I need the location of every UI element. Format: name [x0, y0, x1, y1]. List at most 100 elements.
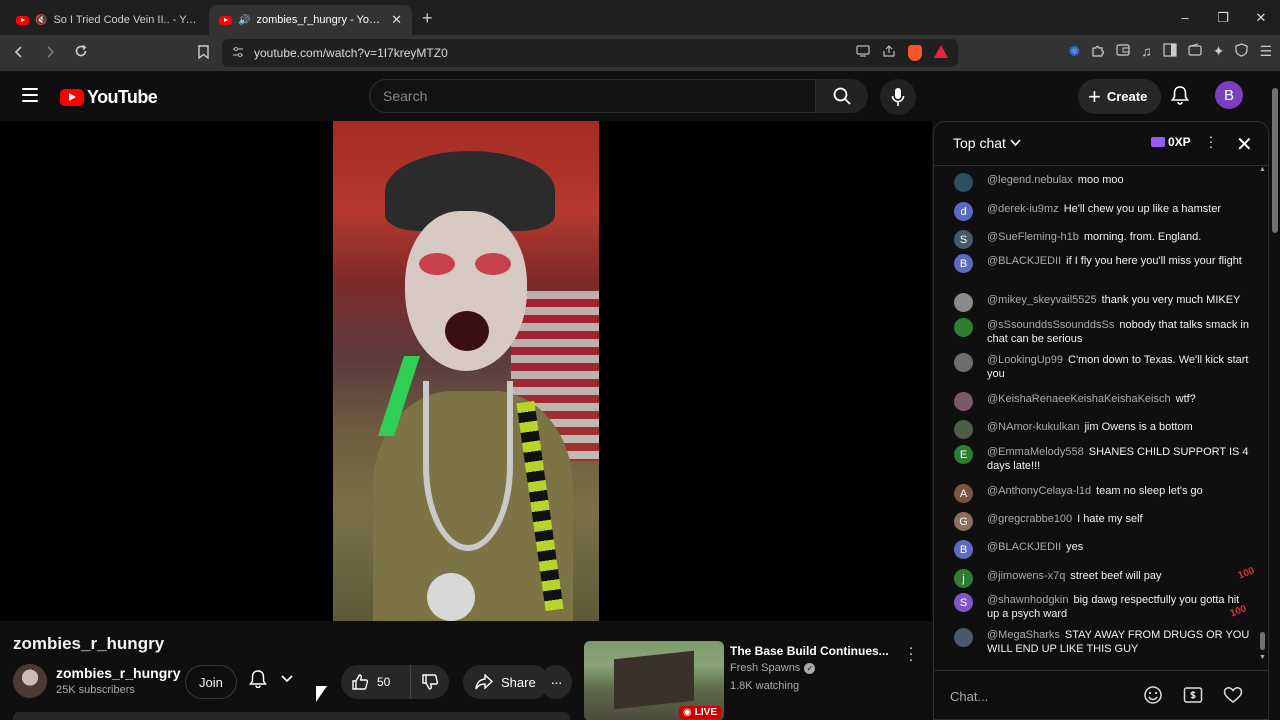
more-actions-button[interactable]: ··· — [540, 665, 572, 699]
recommended-thumbnail[interactable]: ◉ LIVE — [584, 641, 724, 720]
video-frame[interactable] — [333, 121, 599, 621]
video-player[interactable] — [0, 121, 932, 621]
recommended-channel[interactable]: Fresh Spawns ✓ — [730, 662, 816, 674]
chat-message[interactable]: d @derek-iu9mz He'll chew you up like a ha… — [954, 202, 1254, 221]
like-chat-button[interactable] — [1221, 683, 1245, 707]
sidebar-icon[interactable] — [1163, 43, 1177, 60]
chat-scrollbar[interactable]: ▲ ▼ — [1259, 166, 1266, 662]
chat-author-avatar[interactable]: A — [954, 484, 973, 503]
speaker-icon[interactable]: 🔊 — [238, 15, 250, 26]
close-window-button[interactable]: ✕ — [1242, 0, 1280, 35]
chat-author-avatar[interactable]: j — [954, 569, 973, 588]
chat-author-avatar[interactable] — [954, 293, 973, 312]
chat-author-avatar[interactable] — [954, 318, 973, 337]
chat-message[interactable]: S @shawnhodgkin big dawg respectfully you … — [954, 593, 1254, 621]
chat-author-avatar[interactable] — [954, 420, 973, 439]
chat-author-avatar[interactable] — [954, 353, 973, 372]
puzzle-icon[interactable] — [1091, 43, 1105, 60]
chat-message[interactable]: @legend.nebulax moo moo — [954, 173, 1254, 192]
voice-search-button[interactable] — [880, 79, 916, 115]
chat-author-avatar[interactable]: E — [954, 445, 973, 464]
chat-author-name[interactable]: @legend.nebulax — [987, 174, 1073, 186]
page-scroll-thumb[interactable] — [1272, 88, 1278, 233]
chat-author-avatar[interactable] — [954, 392, 973, 411]
chat-author-name[interactable]: @BLACKJEDII — [987, 541, 1061, 553]
chat-mode-dropdown[interactable]: Top chat — [953, 135, 1021, 151]
chat-author-avatar[interactable]: S — [954, 230, 973, 249]
cast-icon[interactable] — [856, 45, 870, 61]
chat-message[interactable]: @KeishaRenaeeKeishaKeishaKeisch wtf? — [954, 392, 1254, 411]
channel-avatar[interactable] — [13, 664, 47, 698]
chat-author-name[interactable]: @shawnhodgkin — [987, 594, 1069, 606]
youtube-logo[interactable]: YouTube — [60, 87, 158, 108]
extension-icon[interactable]: ✺ — [1068, 43, 1080, 60]
leo-ai-icon[interactable]: ✦ — [1213, 43, 1225, 60]
super-chat-button[interactable] — [1181, 683, 1205, 707]
xp-badge[interactable]: 0XP — [1151, 135, 1191, 149]
brave-shields-icon[interactable] — [908, 45, 922, 61]
scroll-up-icon[interactable]: ▲ — [1259, 166, 1266, 173]
chat-message-list[interactable]: @legend.nebulax moo moo d @derek-iu9mz He'll… — [934, 168, 1256, 666]
chat-message[interactable]: j @jimowens-x7q street beef will pay — [954, 569, 1254, 588]
dislike-button[interactable] — [411, 665, 449, 699]
scroll-down-icon[interactable]: ▼ — [1259, 654, 1266, 661]
search-button[interactable] — [816, 79, 868, 113]
chat-input[interactable] — [950, 682, 1136, 710]
chat-scroll-thumb[interactable] — [1260, 632, 1265, 650]
share-button[interactable]: Share — [463, 665, 549, 699]
chat-more-icon[interactable]: · · · — [1206, 129, 1216, 153]
new-tab-button[interactable]: + — [412, 8, 443, 35]
emoji-button[interactable] — [1141, 683, 1165, 707]
chat-close-icon[interactable]: ✕ — [1236, 132, 1253, 157]
maximize-button[interactable]: ❐ — [1204, 0, 1242, 35]
chat-author-name[interactable]: @LookingUp99 — [987, 354, 1063, 366]
brave-rewards-icon[interactable] — [934, 45, 948, 58]
site-settings-icon[interactable] — [232, 46, 244, 61]
back-button[interactable] — [6, 45, 31, 62]
chat-author-avatar[interactable]: B — [954, 540, 973, 559]
vpn-icon[interactable] — [1235, 43, 1249, 60]
chat-author-name[interactable]: @NAmor-kukulkan — [987, 421, 1079, 433]
chat-author-name[interactable]: @EmmaMelody558 — [987, 446, 1084, 458]
browser-tab-zombies[interactable]: 🔊 zombies_r_hungry - YouTube ✕ — [209, 5, 412, 35]
chat-message[interactable]: S @SueFleming-h1b morning. from. England. — [954, 230, 1254, 249]
chat-author-avatar[interactable] — [954, 173, 973, 192]
wallet-2-icon[interactable] — [1188, 43, 1202, 60]
reload-button[interactable] — [68, 44, 93, 62]
chat-author-name[interactable]: @BLACKJEDII — [987, 255, 1061, 267]
chat-author-avatar[interactable]: G — [954, 512, 973, 531]
chat-message[interactable]: E @EmmaMelody558 SHANES CHILD SUPPORT IS 4… — [954, 445, 1254, 473]
browser-tab-code-vein[interactable]: 🔇 So I Tried Code Vein II.. - YouTube — [6, 5, 209, 35]
muted-icon[interactable]: 🔇 — [35, 15, 47, 26]
chat-author-name[interactable]: @AnthonyCelaya-l1d — [987, 485, 1091, 497]
chat-message[interactable]: A @AnthonyCelaya-l1d team no sleep let's g… — [954, 484, 1254, 503]
chat-author-name[interactable]: @SueFleming-h1b — [987, 231, 1079, 243]
chat-author-name[interactable]: @mikey_skeyvail5525 — [987, 294, 1097, 306]
minimize-button[interactable]: – — [1166, 0, 1204, 35]
chat-message[interactable]: @sSsounddsSsounddsSs nobody that talks sm… — [954, 318, 1254, 346]
recommended-menu-icon[interactable]: · · · — [906, 640, 916, 666]
create-button[interactable]: + Create — [1078, 79, 1162, 114]
chat-author-avatar[interactable]: B — [954, 254, 973, 273]
chat-message[interactable]: @mikey_skeyvail5525 thank you very much M… — [954, 293, 1254, 312]
address-bar[interactable]: youtube.com/watch?v=1I7kreyMTZ0 — [222, 39, 958, 67]
tab-close-icon[interactable]: ✕ — [391, 12, 402, 28]
forward-button[interactable] — [37, 45, 62, 62]
chat-author-name[interactable]: @jimowens-x7q — [987, 570, 1065, 582]
join-button[interactable]: Join — [185, 665, 237, 699]
chat-message[interactable]: B @BLACKJEDII if I fly you here you'll mis… — [954, 254, 1254, 273]
chat-author-avatar[interactable]: S — [954, 593, 973, 612]
chat-message[interactable]: @NAmor-kukulkan jim Owens is a bottom — [954, 420, 1254, 439]
share-page-icon[interactable] — [882, 45, 896, 61]
chat-author-name[interactable]: @KeishaRenaeeKeishaKeishaKeisch — [987, 393, 1171, 405]
chat-author-avatar[interactable] — [954, 628, 973, 647]
like-button[interactable]: 50 — [341, 665, 411, 699]
browser-menu-icon[interactable]: ☰ — [1259, 43, 1272, 60]
guide-menu-icon[interactable] — [22, 88, 38, 102]
chat-message[interactable]: B @BLACKJEDII yes — [954, 540, 1254, 559]
chat-author-name[interactable]: @MegaSharks — [987, 629, 1060, 641]
page-scrollbar[interactable] — [1269, 71, 1280, 720]
subscribed-notification-button[interactable] — [249, 669, 293, 688]
bookmark-icon[interactable] — [198, 45, 209, 62]
notifications-button[interactable] — [1168, 83, 1192, 107]
